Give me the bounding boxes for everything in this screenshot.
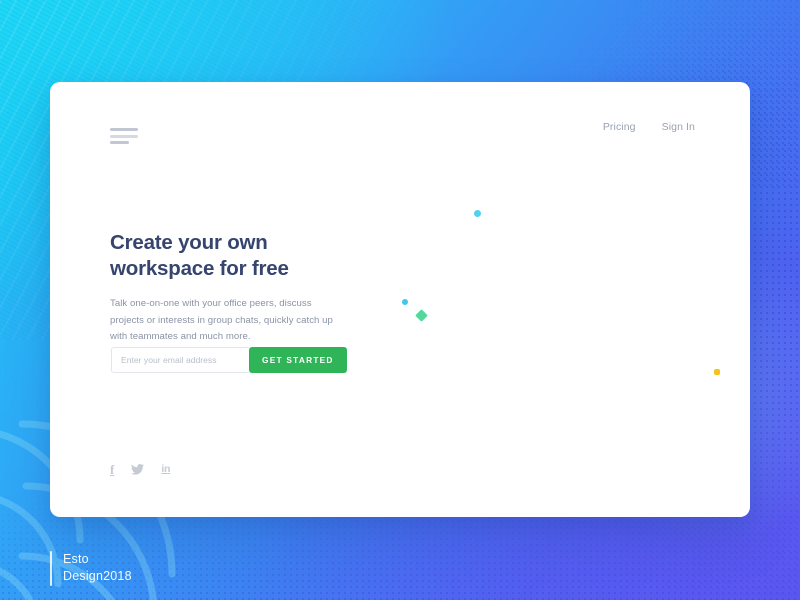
watermark-bar <box>50 550 52 586</box>
decorative-cyan-dot-large <box>474 210 481 217</box>
watermark: Esto Design2018 <box>50 550 132 587</box>
top-navigation: Pricing Sign In <box>603 121 695 133</box>
hamburger-bar-3 <box>110 141 129 144</box>
facebook-icon[interactable]: f <box>110 463 114 476</box>
nav-link-pricing[interactable]: Pricing <box>603 121 636 133</box>
hero-section: Create your own workspace for free Talk … <box>110 230 440 346</box>
nav-link-sign-in[interactable]: Sign In <box>662 121 695 133</box>
page-title-line-1: Create your own <box>110 231 268 254</box>
social-links: f in <box>110 463 170 476</box>
hero-description: Talk one-on-one with your office peers, … <box>110 298 333 343</box>
linkedin-glyph: in <box>161 463 171 476</box>
watermark-text: Esto Design2018 <box>63 551 132 587</box>
signup-form: GET STARTED <box>111 347 347 373</box>
twitter-icon[interactable] <box>131 464 145 475</box>
facebook-glyph: f <box>110 462 115 477</box>
get-started-button[interactable]: GET STARTED <box>249 347 347 373</box>
page-title: Create your own workspace for free <box>110 230 440 282</box>
hamburger-bar-2 <box>110 134 138 138</box>
hamburger-bar-1 <box>110 128 138 131</box>
page-title-line-2: workspace for free <box>110 257 289 281</box>
card-header: Pricing Sign In <box>50 82 750 162</box>
hero-card: Pricing Sign In Create your own workspac… <box>50 82 750 517</box>
watermark-line-2: Design2018 <box>63 569 132 584</box>
decorative-yellow-dot <box>714 369 720 375</box>
watermark-line-1: Esto <box>63 551 89 566</box>
linkedin-icon[interactable]: in <box>161 464 170 475</box>
email-input[interactable] <box>111 347 249 373</box>
hamburger-menu-icon[interactable] <box>110 128 138 144</box>
decorative-cyan-dot-small <box>402 299 408 305</box>
